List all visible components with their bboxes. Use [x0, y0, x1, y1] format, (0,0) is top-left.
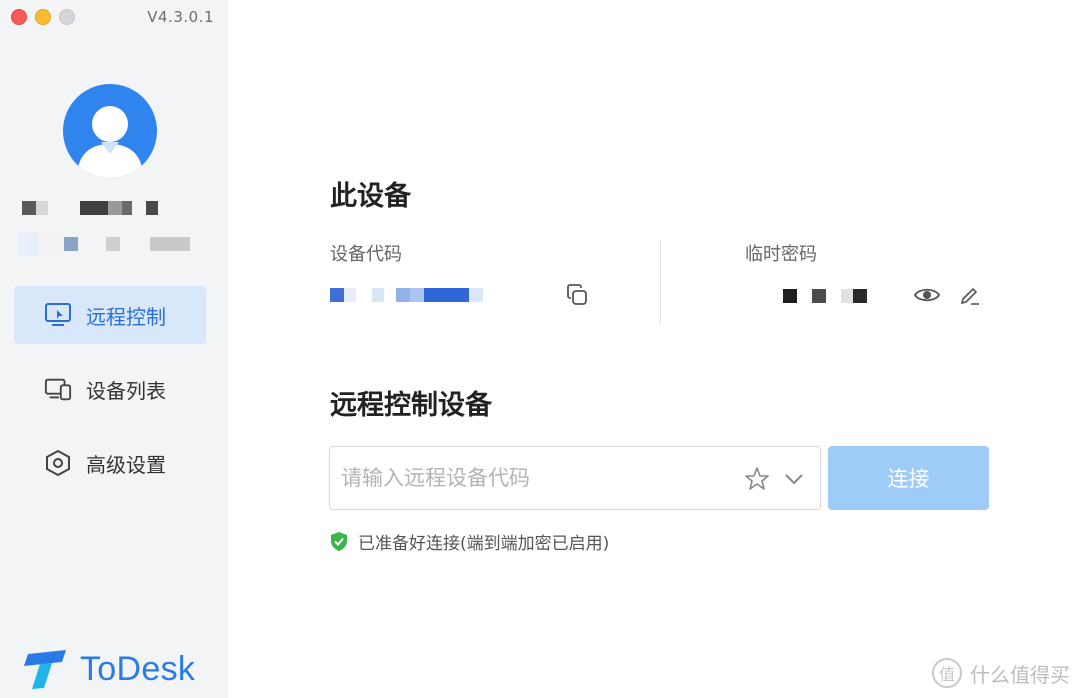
watermark: 值 什么值得买	[932, 658, 1070, 688]
connection-status-text: 已准备好连接(端到端加密已启用)	[358, 534, 610, 554]
shield-check-icon	[330, 531, 348, 552]
redacted-device-code	[330, 288, 483, 302]
window-controls	[11, 9, 75, 25]
sidebar: V4.3.0.1 远程控制 设备列表 高级设置 ToDesk	[0, 0, 228, 698]
nav-remote-control-label: 远程控制	[86, 304, 166, 329]
edit-password-button[interactable]	[955, 280, 985, 310]
todesk-logo: ToDesk	[22, 648, 195, 690]
copy-icon	[567, 284, 587, 305]
eye-icon	[914, 288, 940, 302]
redacted-temp-password	[783, 289, 867, 303]
favorite-star-button[interactable]	[744, 466, 770, 492]
remote-control-icon	[44, 301, 72, 329]
redacted-account	[18, 232, 190, 256]
brand-name: ToDesk	[80, 649, 196, 688]
temp-password-label: 临时密码	[745, 244, 817, 265]
nav-remote-control[interactable]: 远程控制	[14, 286, 206, 344]
version-label: V4.3.0.1	[147, 8, 214, 26]
nav-advanced-settings-label: 高级设置	[86, 452, 166, 477]
todesk-logo-icon	[24, 650, 66, 689]
settings-hex-icon	[44, 449, 72, 477]
chevron-down-icon	[785, 474, 803, 485]
maximize-window-button[interactable]	[59, 9, 75, 25]
remote-control-title: 远程控制设备	[330, 390, 492, 421]
device-list-icon	[44, 375, 72, 403]
nav-device-list[interactable]: 设备列表	[14, 360, 206, 418]
this-device-title: 此设备	[330, 181, 411, 212]
redacted-username	[22, 201, 158, 215]
main-panel: 此设备 设备代码 临时密码 远程控制设备 请输入远程设备代码 连接 已准备好连接…	[228, 0, 1080, 698]
remote-code-input[interactable]	[330, 447, 730, 509]
star-icon	[745, 467, 769, 490]
nav-device-list-label: 设备列表	[86, 378, 166, 403]
nav-advanced-settings[interactable]: 高级设置	[14, 434, 206, 492]
copy-code-button[interactable]	[562, 280, 592, 310]
close-window-button[interactable]	[11, 9, 27, 25]
todesk-window: V4.3.0.1 远程控制 设备列表 高级设置 ToDesk 此设备 设备代码 …	[0, 0, 1080, 698]
connection-status: 已准备好连接(端到端加密已启用)	[330, 529, 609, 554]
remote-code-field[interactable]	[329, 446, 821, 510]
avatar[interactable]	[63, 84, 157, 178]
minimize-window-button[interactable]	[35, 9, 51, 25]
show-password-button[interactable]	[912, 280, 942, 310]
pencil-icon	[960, 287, 979, 305]
device-code-label: 设备代码	[330, 244, 402, 265]
section-divider	[660, 240, 661, 324]
connect-button[interactable]: 连接	[828, 446, 989, 510]
watermark-logo-icon: 值	[932, 658, 962, 688]
history-dropdown-button[interactable]	[782, 468, 806, 490]
watermark-text: 什么值得买	[970, 662, 1070, 687]
user-silhouette-icon	[77, 106, 143, 178]
